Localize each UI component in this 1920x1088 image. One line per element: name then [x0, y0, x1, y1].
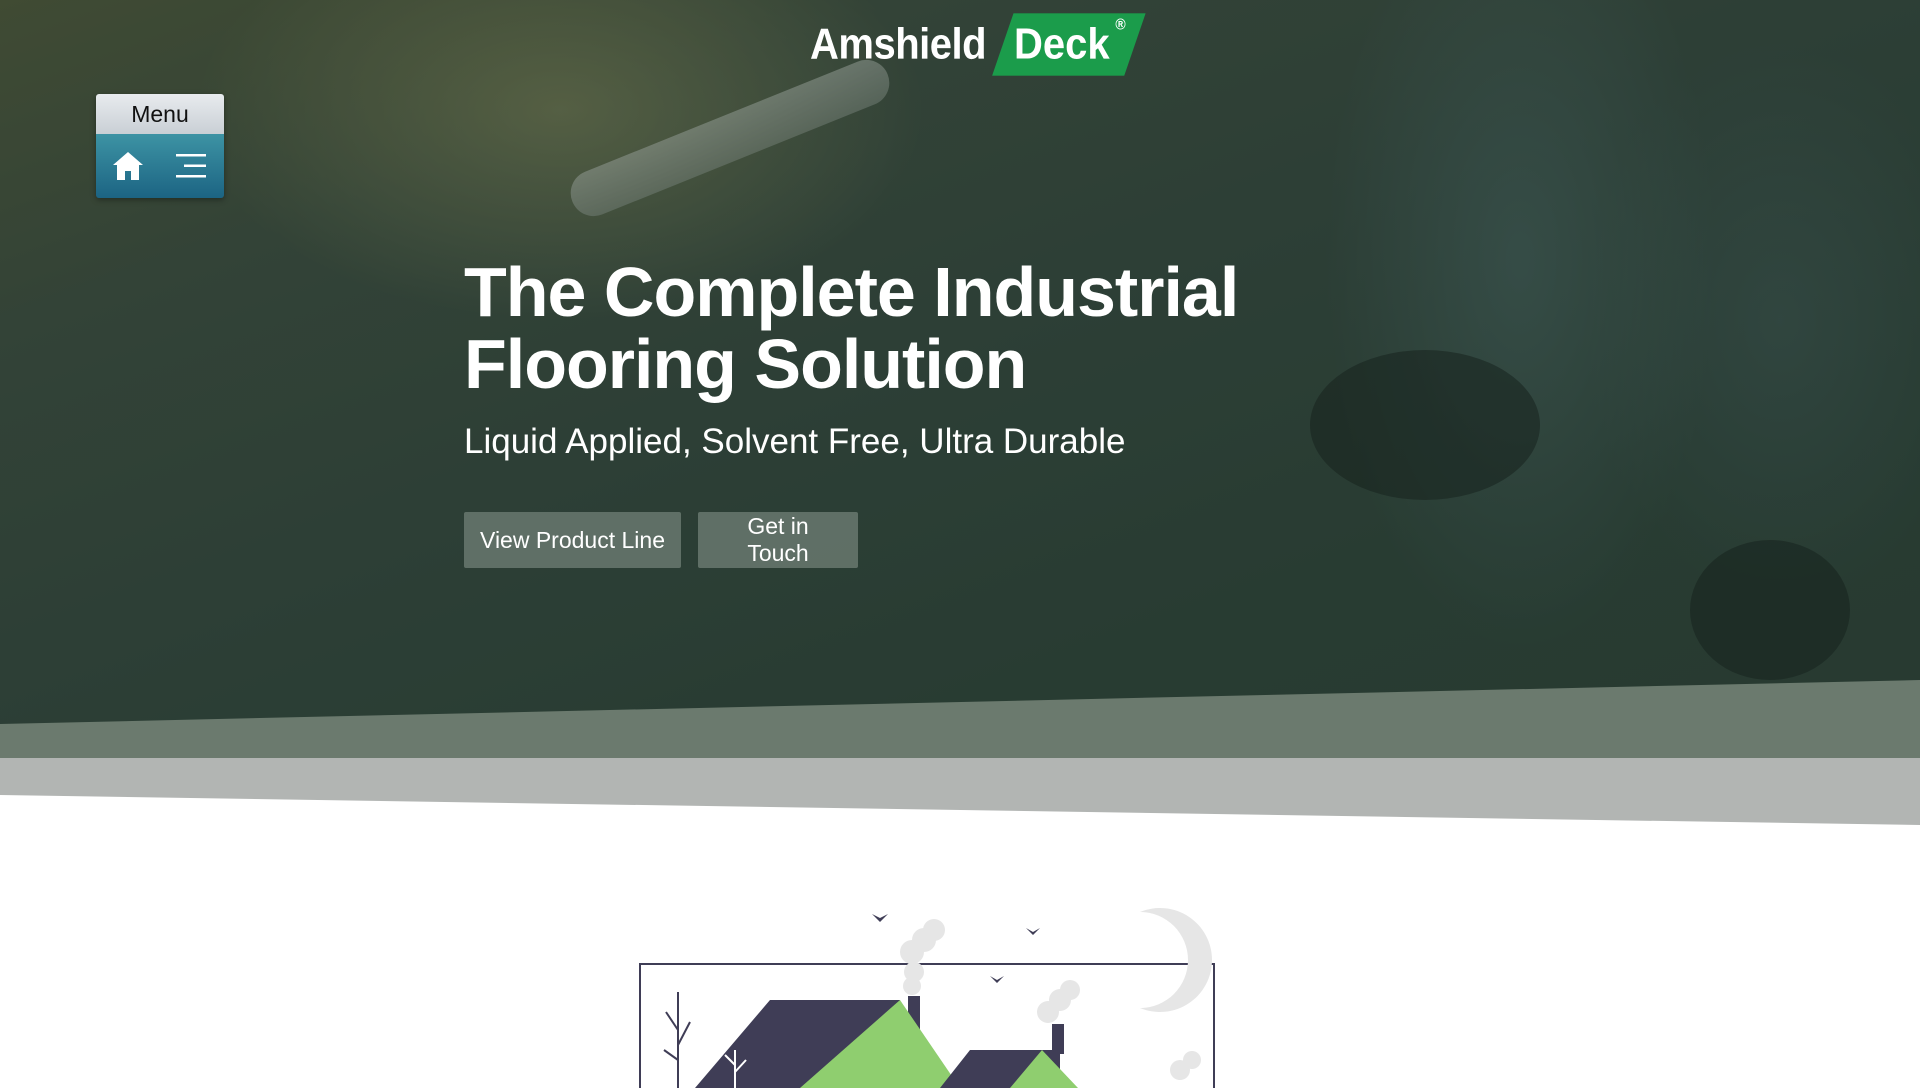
hamburger-icon[interactable]	[172, 146, 212, 186]
hero-section: Amshield Deck ® Menu The Complete Indust…	[0, 0, 1920, 825]
get-in-touch-button[interactable]: Get in Touch	[698, 512, 858, 568]
brand-name-part1: Amshield	[810, 19, 987, 68]
factory-illustration	[639, 908, 1215, 1088]
brand-name-part2: Deck	[1014, 19, 1110, 68]
bird-shape-2	[1026, 928, 1040, 935]
page-subtitle: Liquid Applied, Solvent Free, Ultra Dura…	[464, 422, 1126, 461]
registered-mark: ®	[1115, 14, 1126, 33]
brand-name-part2-badge: Deck ®	[992, 12, 1146, 76]
menu-widget: Menu	[96, 94, 224, 198]
menu-label: Menu	[96, 94, 224, 134]
chimney-2	[1052, 1024, 1064, 1054]
brand-logo[interactable]: Amshield Deck ®	[810, 12, 1146, 76]
moon-shape	[1140, 908, 1212, 1012]
bird-shape-3	[990, 976, 1004, 983]
bird-shape-1	[872, 914, 888, 922]
smoke-cloud-2	[1037, 980, 1080, 1023]
menu-icons-bar	[96, 134, 224, 198]
smoke-cloud-3	[1170, 1051, 1201, 1080]
home-icon[interactable]	[108, 146, 148, 186]
view-product-line-button[interactable]: View Product Line	[464, 512, 681, 568]
page-title: The Complete Industrial Flooring Solutio…	[464, 253, 1239, 403]
hero-angled-divider	[0, 680, 1920, 825]
smoke-cloud-1	[900, 919, 945, 995]
tree-left	[663, 992, 691, 1088]
